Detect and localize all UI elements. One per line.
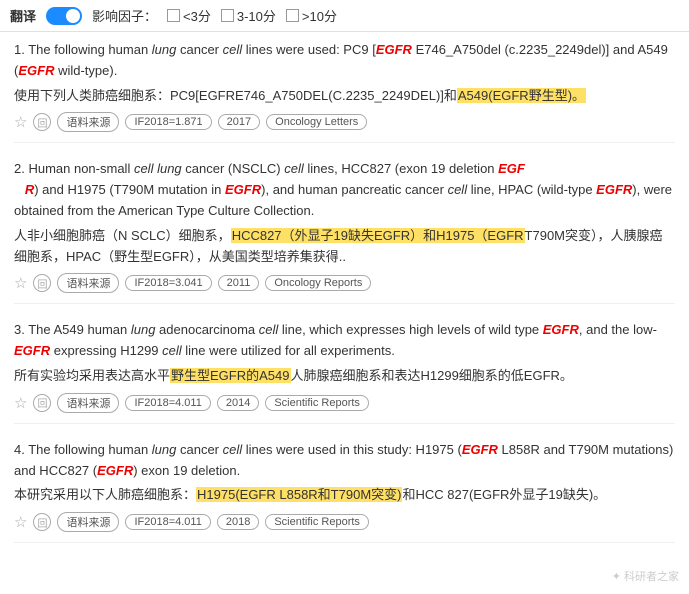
star-icon-4[interactable]: ☆ — [14, 513, 27, 531]
checkbox-gt10[interactable] — [286, 9, 299, 22]
round-icon-1[interactable]: 回 — [33, 113, 51, 131]
if-tag-2[interactable]: IF2018=3.041 — [125, 275, 211, 291]
round-icon-2[interactable]: 回 — [33, 274, 51, 292]
star-icon-3[interactable]: ☆ — [14, 394, 27, 412]
result-2-zh: 人非小细胞肺癌（N SCLC）细胞系，HCC827（外显子19缺失EGFR）和H… — [14, 226, 675, 268]
checkbox-lt3[interactable] — [167, 9, 180, 22]
result-4-number: 4. — [14, 442, 25, 457]
filter-label: 影响因子： — [92, 6, 157, 25]
source-tag-2[interactable]: 语料来源 — [57, 273, 119, 293]
star-icon-1[interactable]: ☆ — [14, 113, 27, 131]
egfr-3a: EGFR — [543, 322, 579, 337]
result-3-number: 3. — [14, 322, 25, 337]
source-tag-1[interactable]: 语料来源 — [57, 112, 119, 132]
result-1-highlight: A549(EGFR野生型)。 — [457, 88, 586, 103]
egfr-4b: EGFR — [97, 463, 133, 478]
result-4-zh: 本研究采用以下人肺癌细胞系：H1975(EGFR L858R和T790M突变)和… — [14, 485, 675, 506]
egfr-2c: EGFR — [596, 182, 632, 197]
egfr-4a: EGFR — [462, 442, 498, 457]
filter-lt3[interactable]: <3分 — [167, 6, 211, 25]
watermark-text: 科研者之家 — [624, 571, 679, 583]
top-bar: 翻译 影响因子： <3分 3-10分 >10分 — [0, 0, 689, 32]
round-icon-4[interactable]: 回 — [33, 513, 51, 531]
result-1-number: 1. — [14, 42, 25, 57]
filter-gt10-label: >10分 — [302, 6, 337, 25]
result-2-number: 2. — [14, 161, 25, 176]
result-item-3: 3. The A549 human lung adenocarcinoma ce… — [14, 320, 675, 423]
toggle-knob — [66, 9, 80, 23]
result-2-en: 2. Human non-small cell lung cancer (NSC… — [14, 159, 675, 221]
watermark-icon: ✦ — [612, 571, 621, 583]
result-3-meta: ☆ 回 语料来源 IF2018=4.011 2014 Scientific Re… — [14, 393, 675, 413]
year-tag-1[interactable]: 2017 — [218, 114, 260, 130]
result-3-highlight: 野生型EGFR的A549 — [170, 368, 290, 383]
journal-tag-3[interactable]: Scientific Reports — [265, 395, 369, 411]
egfr-2b: EGFR — [225, 182, 261, 197]
filter-3-10-label: 3-10分 — [237, 6, 276, 25]
egfr-3b: EGFR — [14, 343, 50, 358]
journal-tag-1[interactable]: Oncology Letters — [266, 114, 367, 130]
result-3-zh: 所有实验均采用表达高水平野生型EGFR的A549人肺腺癌细胞系和表达H1299细… — [14, 366, 675, 387]
year-tag-3[interactable]: 2014 — [217, 395, 259, 411]
translate-toggle[interactable] — [46, 7, 82, 25]
result-item-2: 2. Human non-small cell lung cancer (NSC… — [14, 159, 675, 304]
if-tag-4[interactable]: IF2018=4.011 — [125, 514, 210, 530]
result-3-en: 3. The A549 human lung adenocarcinoma ce… — [14, 320, 675, 362]
star-icon-2[interactable]: ☆ — [14, 274, 27, 292]
result-2-highlight: HCC827（外显子19缺失EGFR）和H1975（EGFR — [231, 228, 525, 243]
year-tag-2[interactable]: 2011 — [218, 275, 260, 291]
egfr-1b: EGFR — [18, 63, 54, 78]
result-4-highlight: H1975(EGFR L858R和T790M突变) — [196, 487, 402, 502]
if-tag-1[interactable]: IF2018=1.871 — [125, 114, 211, 130]
result-2-meta: ☆ 回 语料来源 IF2018=3.041 2011 Oncology Repo… — [14, 273, 675, 293]
journal-tag-4[interactable]: Scientific Reports — [265, 514, 369, 530]
result-4-en: 4. The following human lung cancer cell … — [14, 440, 675, 482]
result-item-4: 4. The following human lung cancer cell … — [14, 440, 675, 543]
watermark: ✦ 科研者之家 — [612, 568, 679, 584]
journal-tag-2[interactable]: Oncology Reports — [265, 275, 371, 291]
if-tag-3[interactable]: IF2018=4.011 — [125, 395, 210, 411]
results-list: 1. The following human lung cancer cell … — [0, 32, 689, 567]
result-1-en: 1. The following human lung cancer cell … — [14, 40, 675, 82]
result-item-1: 1. The following human lung cancer cell … — [14, 40, 675, 143]
result-1-meta: ☆ 回 语料来源 IF2018=1.871 2017 Oncology Lett… — [14, 112, 675, 132]
source-tag-3[interactable]: 语料来源 — [57, 393, 119, 413]
filter-3-10[interactable]: 3-10分 — [221, 6, 276, 25]
egfr-1a: EGFR — [376, 42, 412, 57]
translate-label: 翻译 — [10, 6, 36, 25]
checkbox-3-10[interactable] — [221, 9, 234, 22]
result-1-zh: 使用下列人类肺癌细胞系：PC9[EGFRE746_A750DEL(C.2235_… — [14, 86, 675, 107]
filter-gt10[interactable]: >10分 — [286, 6, 337, 25]
round-icon-3[interactable]: 回 — [33, 394, 51, 412]
result-4-meta: ☆ 回 语料来源 IF2018=4.011 2018 Scientific Re… — [14, 512, 675, 532]
year-tag-4[interactable]: 2018 — [217, 514, 259, 530]
source-tag-4[interactable]: 语料来源 — [57, 512, 119, 532]
filter-lt3-label: <3分 — [183, 6, 211, 25]
